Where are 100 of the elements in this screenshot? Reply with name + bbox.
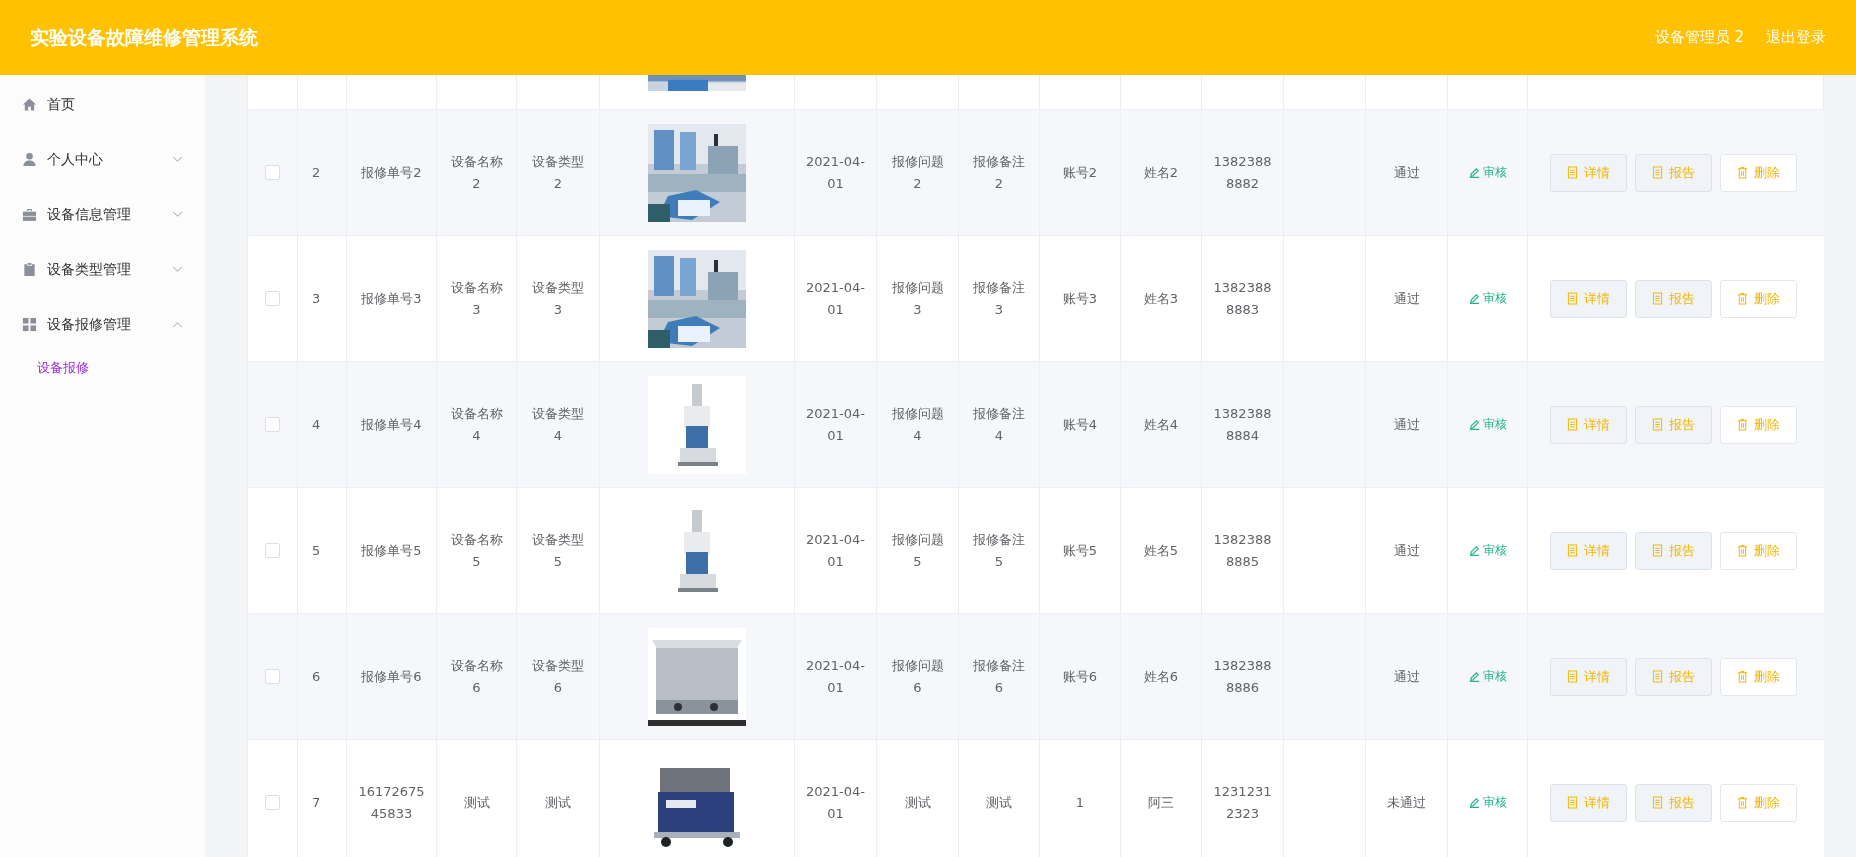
table-cell-text: 报修问题6: [890, 657, 945, 697]
review-link[interactable]: 审核: [1468, 792, 1507, 813]
review-link[interactable]: 审核: [1468, 666, 1507, 687]
action-button[interactable]: 删除: [1720, 531, 1797, 570]
review-link[interactable]: 审核: [1468, 288, 1507, 309]
action-button[interactable]: 报告: [1635, 405, 1712, 444]
table-cell-text: 12312312323: [1212, 783, 1273, 823]
pencil-icon: [1468, 293, 1480, 304]
table-cell-text: 报修备注3: [972, 279, 1026, 319]
table-cell-text: 通过: [1393, 415, 1420, 434]
table-cell-text: 姓名6: [1142, 667, 1180, 686]
table-cell-text: 报修单号4: [360, 415, 423, 434]
sidebar-item[interactable]: 首页: [0, 77, 205, 132]
table-cell-text: 2021-04-01: [805, 153, 866, 193]
document-icon: [1567, 544, 1578, 557]
document-icon: [1652, 670, 1663, 683]
action-button[interactable]: 报告: [1635, 279, 1712, 318]
table-cell-text: 13823888884: [1212, 405, 1273, 445]
table-cell-text: 1: [1074, 793, 1086, 812]
table-cell-text: 报修备注2: [972, 153, 1026, 193]
submenu-item[interactable]: 设备报修: [0, 352, 205, 392]
trash-icon: [1737, 544, 1748, 557]
action-button[interactable]: 删除: [1720, 657, 1797, 696]
table-cell-text: 2021-04-01: [805, 783, 866, 823]
action-button[interactable]: 删除: [1720, 783, 1797, 822]
review-link[interactable]: 审核: [1468, 414, 1507, 435]
table-cell-text: 1617267545833: [357, 783, 426, 823]
action-button[interactable]: 删除: [1720, 153, 1797, 192]
trash-icon: [1737, 292, 1748, 305]
logout-link[interactable]: 退出登录: [1766, 28, 1826, 47]
pencil-icon: [1468, 671, 1480, 682]
action-button[interactable]: 报告: [1635, 657, 1712, 696]
action-button[interactable]: 删除: [1720, 405, 1797, 444]
chevron-up-icon: [172, 321, 183, 328]
table-cell-text: 报修备注6: [972, 657, 1026, 697]
table-cell-text: 报修问题4: [890, 405, 945, 445]
user-icon: [22, 152, 37, 167]
table-cell-text: 2021-04-01: [805, 657, 866, 697]
action-button[interactable]: 报告: [1635, 153, 1712, 192]
table-cell-text: 设备类型5: [531, 531, 585, 571]
action-button[interactable]: 删除: [1720, 279, 1797, 318]
pencil-icon: [1468, 797, 1480, 808]
table-cell-text: 测试: [462, 793, 491, 812]
action-button[interactable]: 详情: [1550, 279, 1627, 318]
table-cell-text: 账号2: [1061, 163, 1099, 182]
clipboard-icon: [22, 262, 37, 277]
table-cell-text: 2: [312, 163, 321, 182]
action-button[interactable]: 报告: [1635, 531, 1712, 570]
table-cell-text: 通过: [1393, 163, 1420, 182]
table-cell-text: 报修问题3: [890, 279, 945, 319]
chevron-down-icon: [172, 266, 183, 273]
table-cell-text: 6: [312, 667, 321, 686]
sidebar-item[interactable]: 设备信息管理: [0, 187, 205, 242]
table-cell-text: 4: [312, 415, 321, 434]
table-cell-text: 7: [312, 793, 321, 812]
action-button[interactable]: 详情: [1550, 531, 1627, 570]
table-cell-text: 设备类型2: [531, 153, 585, 193]
trash-icon: [1737, 670, 1748, 683]
action-button[interactable]: 详情: [1550, 657, 1627, 696]
action-button[interactable]: 详情: [1550, 783, 1627, 822]
row-checkbox[interactable]: [265, 543, 280, 558]
table-cell-text: 姓名5: [1142, 541, 1180, 560]
sidebar-item[interactable]: 个人中心: [0, 132, 205, 187]
action-button[interactable]: 详情: [1550, 153, 1627, 192]
action-button[interactable]: 详情: [1550, 405, 1627, 444]
review-link[interactable]: 审核: [1468, 162, 1507, 183]
sidebar-item[interactable]: 设备报修管理: [0, 297, 205, 352]
trash-icon: [1737, 418, 1748, 431]
table-cell-text: 5: [312, 541, 321, 560]
table-cell-text: 通过: [1393, 667, 1420, 686]
table-cell-text: 姓名2: [1142, 163, 1180, 182]
table-cell-text: 姓名3: [1142, 289, 1180, 308]
table-cell-text: 报修单号5: [360, 541, 423, 560]
document-icon: [1652, 544, 1663, 557]
row-checkbox[interactable]: [265, 165, 280, 180]
table-cell-text: 13823888886: [1212, 657, 1273, 697]
review-link[interactable]: 审核: [1468, 540, 1507, 561]
table-cell-text: 13823888883: [1212, 279, 1273, 319]
table-cell-text: 账号6: [1061, 667, 1099, 686]
document-icon: [1567, 670, 1578, 683]
home-icon: [22, 97, 37, 112]
row-checkbox[interactable]: [265, 417, 280, 432]
table-cell-text: 通过: [1393, 289, 1420, 308]
table-cell-text: 设备类型3: [531, 279, 585, 319]
action-button[interactable]: 报告: [1635, 783, 1712, 822]
sidebar-item[interactable]: 设备类型管理: [0, 242, 205, 297]
table-cell-text: 设备名称5: [449, 531, 504, 571]
chevron-down-icon: [172, 211, 183, 218]
table-cell-text: 测试: [903, 793, 932, 812]
row-checkbox[interactable]: [265, 795, 280, 810]
table-cell-text: 2021-04-01: [805, 531, 866, 571]
table-cell-text: 报修单号2: [360, 163, 423, 182]
row-checkbox[interactable]: [265, 669, 280, 684]
table-cell-text: 设备名称6: [449, 657, 504, 697]
table-cell-text: 未通过: [1387, 793, 1426, 812]
table-cell-text: 报修备注5: [972, 531, 1026, 571]
row-checkbox[interactable]: [265, 291, 280, 306]
document-icon: [1567, 292, 1578, 305]
table-cell-text: 测试: [544, 793, 572, 812]
grid-icon: [22, 317, 37, 332]
